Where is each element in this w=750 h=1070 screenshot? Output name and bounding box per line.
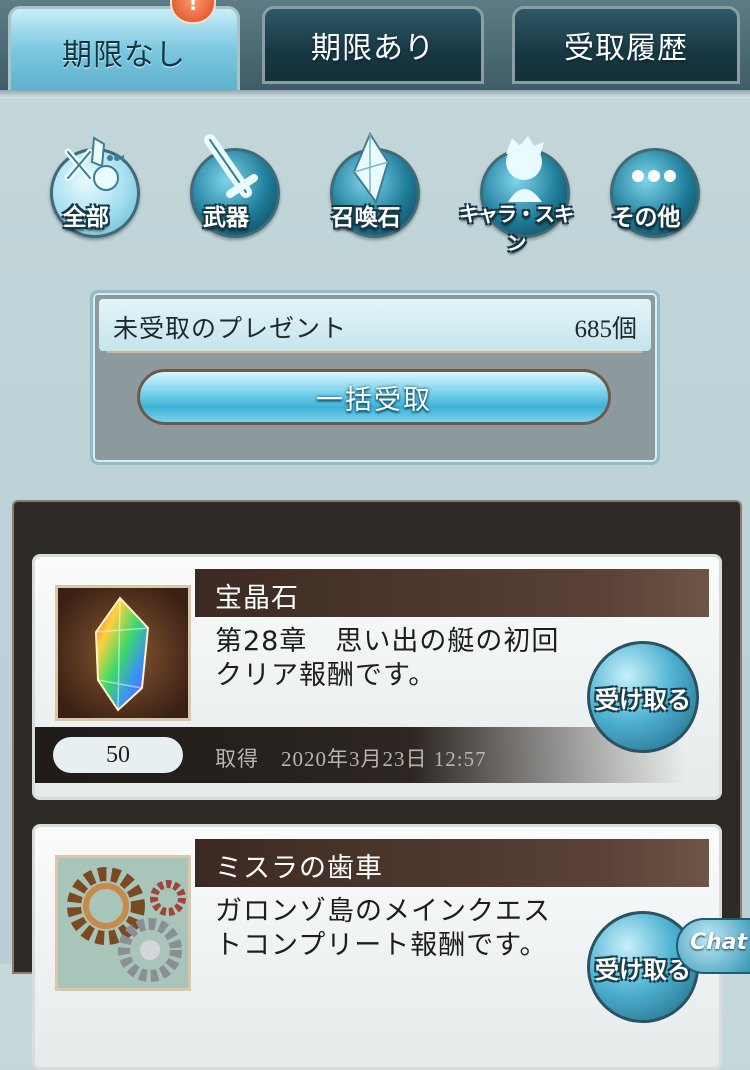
unclaimed-summary-panel: 未受取のプレゼント 685個 一括受取 [90,290,660,465]
tab-receipt-history[interactable]: 受取履歴 [512,6,740,84]
unclaimed-count: 685個 [574,316,637,343]
item-name: ミスラの歯車 [215,853,383,884]
filter-label: 召喚石 [331,205,401,231]
filter-characters-skins[interactable]: キャラ・スキン [459,128,574,255]
item-quantity: 50 [53,737,183,773]
filter-weapons[interactable]: 武器 [170,128,282,248]
divider [107,351,643,353]
filter-label: その他 [611,205,681,231]
chat-button[interactable]: Chat [676,918,750,974]
tab-label: 期限あり [311,31,435,66]
present-list: 宝晶石 第28章 思い出の艇の初回 クリア報酬です。 50 取得 2020年3月… [12,500,742,1070]
tab-bar: 期限なし ! 期限あり 受取履歴 [0,0,750,98]
item-description: ガロンゾ島のメインクエス トコンプリート報酬です。 [215,896,551,961]
filter-label: 武器 [203,205,249,231]
filter-label: キャラ・スキン [459,202,574,255]
claim-all-label: 一括受取 [316,384,432,416]
gears-icon [58,858,188,988]
item-thumbnail [55,855,191,991]
tab-label: 期限なし [62,38,186,73]
filter-all[interactable]: 全部 [30,128,142,248]
claim-all-button[interactable]: 一括受取 [137,369,611,425]
item-name: 宝晶石 [215,583,299,614]
unclaimed-label: 未受取のプレゼント [113,314,348,343]
list-item: 宝晶石 第28章 思い出の艇の初回 クリア報酬です。 50 取得 2020年3月… [32,554,722,800]
item-description: 第28章 思い出の艇の初回 クリア報酬です。 [215,626,560,691]
filter-label: 全部 [63,205,109,231]
rainbow-crystal-icon [58,588,188,718]
item-acquired-date: 取得 2020年3月23日 12:57 [215,747,487,771]
receive-button[interactable]: 受け取る [587,641,699,753]
tab-label: 受取履歴 [564,31,688,66]
filter-summons[interactable]: 召喚石 [310,128,422,248]
filter-others[interactable]: その他 [590,128,702,248]
tab-with-deadline[interactable]: 期限あり [262,6,484,84]
list-item: ミスラの歯車 ガロンゾ島のメインクエス トコンプリート報酬です。 受け取る [32,824,722,1070]
item-thumbnail [55,585,191,721]
